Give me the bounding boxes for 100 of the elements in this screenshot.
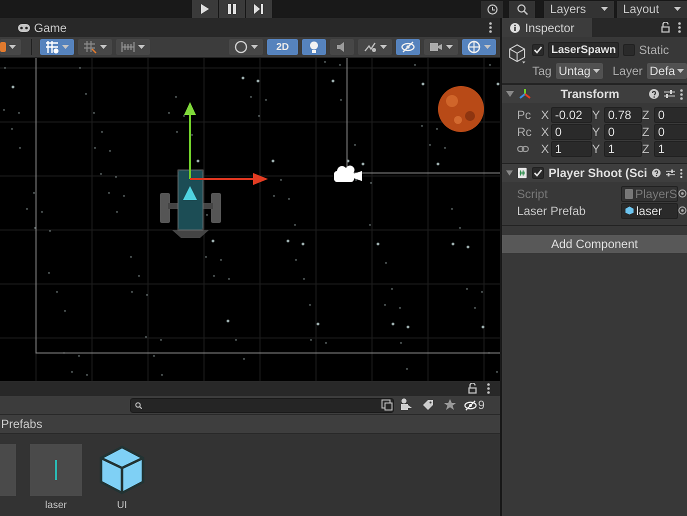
layer-dropdown[interactable]: Defa — [646, 63, 687, 79]
more-icon[interactable] — [489, 22, 492, 33]
crossed-eye-icon — [401, 40, 415, 54]
cube-icon — [625, 206, 634, 215]
foldout-icon[interactable] — [506, 90, 514, 98]
search-icon — [135, 402, 142, 408]
undo-history-button[interactable] — [481, 0, 503, 18]
caret-icon — [677, 68, 684, 74]
script-file-icon — [625, 188, 634, 198]
light-bulb-icon — [307, 40, 321, 54]
hidden-packages-toggle[interactable]: 9 — [462, 397, 487, 413]
layout-dropdown[interactable]: Layout — [617, 0, 687, 18]
search-icon — [516, 4, 528, 14]
static-label: Static — [639, 43, 670, 57]
info-icon — [510, 22, 520, 32]
step-button[interactable] — [246, 0, 272, 18]
camera-icon — [429, 40, 443, 54]
axis-label: X — [541, 142, 550, 156]
step-icon — [254, 4, 264, 14]
gizmo-icon — [467, 40, 481, 54]
active-checkbox[interactable] — [532, 44, 544, 56]
link-icon[interactable] — [517, 144, 529, 152]
play-button[interactable] — [192, 0, 218, 18]
grid-snap-button[interactable] — [40, 39, 74, 55]
property-label: Laser Prefab — [517, 204, 587, 218]
axis-label: Z — [642, 124, 650, 138]
gamepad-icon — [18, 24, 30, 32]
asset-thumbnail[interactable] — [30, 444, 82, 496]
field-label: Rc — [517, 124, 533, 138]
star-icon — [443, 398, 457, 412]
more-icon[interactable] — [678, 22, 681, 33]
circle-button[interactable] — [229, 39, 264, 55]
enabled-checkbox[interactable] — [532, 167, 544, 179]
component-title: Player Shoot (Sci — [548, 166, 648, 180]
axis-label: Y — [592, 124, 602, 138]
number-field[interactable]: 0 — [604, 124, 642, 140]
add-component-button[interactable]: Add Component — [502, 235, 687, 253]
spaceship-drawing — [160, 170, 221, 238]
handle-button[interactable] — [0, 39, 21, 55]
asset-name: laser — [45, 500, 67, 511]
number-field[interactable]: 0.78 — [604, 106, 642, 122]
inspector-tab[interactable]: Inspector — [502, 18, 592, 37]
axis-label: X — [541, 108, 550, 122]
tag-dropdown[interactable]: Untag — [556, 63, 603, 79]
crossed-eye-icon — [464, 398, 477, 412]
foldout-icon[interactable] — [506, 169, 513, 177]
more-icon[interactable] — [680, 168, 683, 178]
sliders-icon[interactable] — [666, 168, 676, 178]
ruler-icon — [121, 40, 135, 54]
pause-button[interactable] — [219, 0, 245, 18]
more-icon[interactable] — [487, 383, 490, 394]
breadcrumb[interactable]: Prefabs — [1, 417, 42, 431]
layers-dropdown[interactable]: Layers — [544, 0, 614, 18]
number-field[interactable]: 0 — [551, 124, 592, 140]
axis-label: Y — [592, 108, 602, 122]
person-icon — [399, 398, 413, 412]
play-icon — [200, 4, 210, 14]
component-title: Transform — [560, 87, 620, 101]
more-icon[interactable] — [680, 88, 683, 100]
number-field[interactable]: 0 — [654, 124, 687, 140]
circle-icon — [234, 40, 248, 54]
search-field[interactable] — [130, 398, 394, 412]
camera-button[interactable] — [424, 39, 458, 55]
caret-icon — [592, 68, 600, 74]
caret-icon — [674, 6, 681, 12]
field-label: Pc — [517, 108, 532, 122]
axis-label: Z — [642, 108, 650, 122]
help-icon[interactable] — [652, 168, 661, 178]
caret-icon — [601, 6, 608, 12]
effects-icon — [363, 40, 377, 54]
layer-label: Layer — [612, 64, 643, 78]
history-icon — [486, 4, 498, 14]
axis-label: X — [541, 124, 550, 138]
speaker-button[interactable] — [330, 39, 354, 55]
light-bulb-button[interactable] — [302, 39, 326, 55]
name-field[interactable]: LaserSpawn — [548, 42, 620, 58]
search-button[interactable] — [509, 0, 535, 18]
tag-label: Tag — [532, 64, 552, 78]
search-filter-icon[interactable] — [381, 399, 393, 411]
axis-label: Z — [642, 142, 650, 156]
ruler-button[interactable] — [116, 39, 150, 55]
grid-button[interactable] — [78, 39, 112, 55]
number-field[interactable]: 0 — [654, 106, 687, 122]
effects-button[interactable] — [358, 39, 392, 55]
sliders-icon[interactable] — [664, 89, 675, 99]
tag-icon — [421, 398, 435, 412]
asset-name: UI — [117, 500, 127, 511]
number-field[interactable]: 1 — [604, 140, 642, 156]
number-field[interactable]: 1 — [551, 140, 592, 156]
gizmo-button[interactable] — [462, 39, 496, 55]
grid-snap-icon — [45, 40, 59, 54]
crossed-eye-button[interactable] — [396, 39, 420, 55]
number-field[interactable]: 1 — [654, 140, 687, 156]
number-field[interactable]: -0.02 — [551, 106, 592, 122]
help-icon[interactable] — [649, 89, 659, 99]
handle-icon — [0, 42, 6, 52]
lock-icon[interactable] — [661, 22, 670, 33]
object-field[interactable]: laser — [621, 202, 678, 218]
transform-axes-icon — [519, 88, 531, 100]
lock-icon[interactable] — [468, 383, 477, 394]
